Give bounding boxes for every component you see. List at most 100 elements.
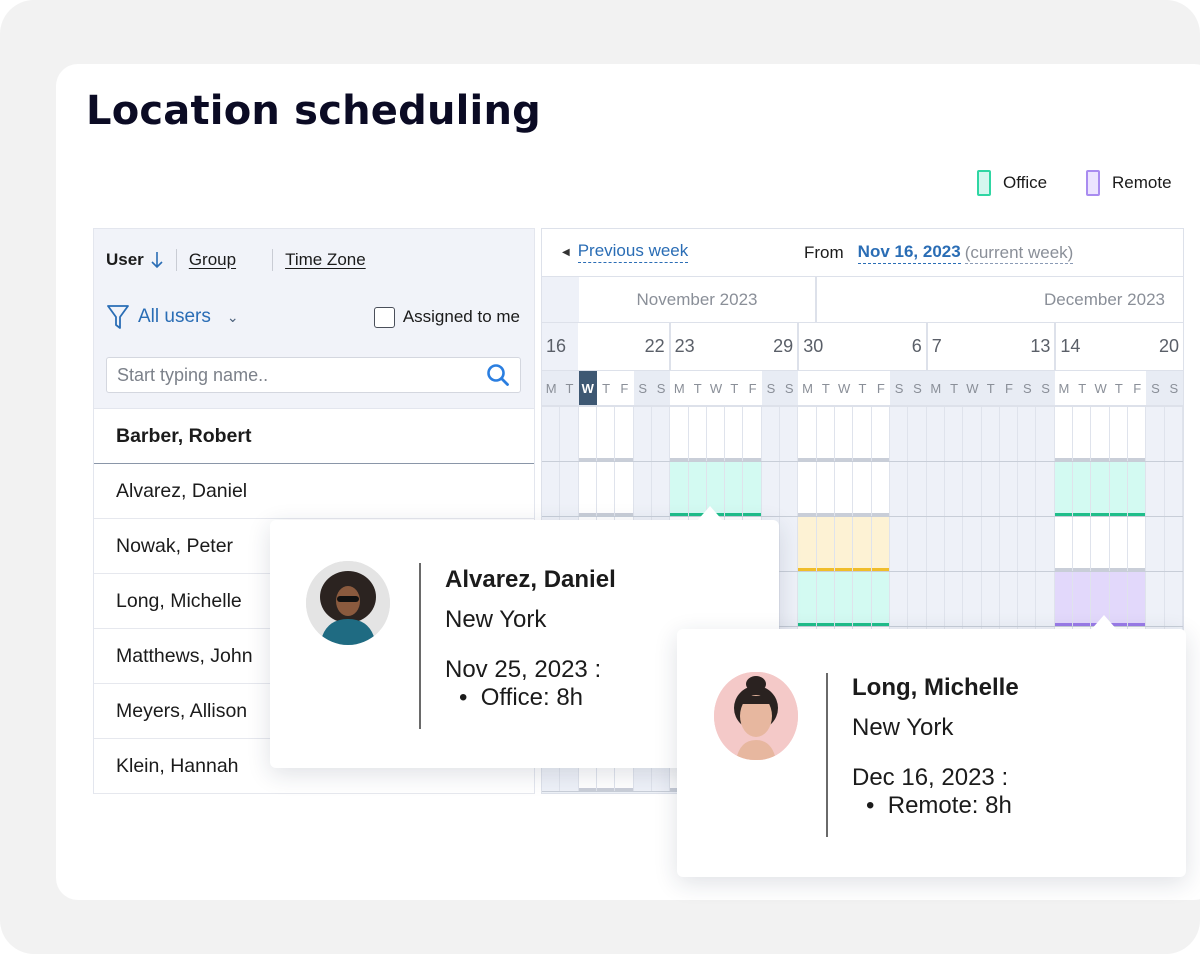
person-avatar-icon <box>714 672 798 760</box>
day-cell-off <box>999 517 1019 571</box>
day-cell-work[interactable] <box>1073 517 1092 571</box>
day-cell-off <box>981 407 1000 461</box>
day-cell-work[interactable] <box>706 407 726 461</box>
user-row[interactable]: Barber, Robert <box>94 409 534 464</box>
day-cell-remote[interactable] <box>1073 572 1092 626</box>
day-cell-work[interactable] <box>816 407 836 461</box>
day-cell-off <box>633 462 652 516</box>
day-cell-work[interactable] <box>1054 517 1074 571</box>
day-cell-office[interactable] <box>725 462 744 516</box>
day-cell-office[interactable] <box>853 572 872 626</box>
day-cell-off <box>1036 407 1055 461</box>
day-cell-work[interactable] <box>596 407 616 461</box>
sort-by-group[interactable]: Group <box>189 250 236 270</box>
tooltip-entry: • Office: 8h <box>459 684 584 711</box>
day-cell-office[interactable] <box>816 572 836 626</box>
day-cell-work[interactable] <box>725 407 744 461</box>
day-cell-off <box>542 462 561 516</box>
search-icon[interactable] <box>486 363 510 387</box>
day-cell-work[interactable] <box>578 407 597 461</box>
day-cell-office[interactable] <box>670 462 689 516</box>
day-cell-work[interactable] <box>1091 407 1110 461</box>
day-cell-off <box>1146 407 1165 461</box>
day-cell-off <box>1018 572 1037 626</box>
day-cell-off <box>780 407 799 461</box>
sort-by-user[interactable]: User <box>106 250 164 270</box>
day-letter: S <box>651 371 671 405</box>
day-letter: T <box>981 371 1000 405</box>
day-cell-pending[interactable] <box>871 517 890 571</box>
day-cell-off <box>963 517 982 571</box>
day-cell-work[interactable] <box>1109 407 1129 461</box>
assigned-to-me-checkbox[interactable]: Assigned to me <box>373 306 520 328</box>
day-cell-off <box>889 462 909 516</box>
day-cell-remote[interactable] <box>1128 572 1147 626</box>
tooltip-info: Long, Michelle New York Dec 16, 2023 : •… <box>852 674 1019 820</box>
day-cell-office[interactable] <box>835 572 854 626</box>
day-cell-pending[interactable] <box>853 517 872 571</box>
day-cell-work[interactable] <box>1073 407 1092 461</box>
day-cell-work[interactable] <box>596 462 616 516</box>
day-cell-work[interactable] <box>1128 517 1147 571</box>
office-swatch-icon <box>977 170 991 196</box>
user-search-input[interactable] <box>117 364 486 386</box>
week-end: 29 <box>773 336 794 356</box>
day-cell-work[interactable] <box>798 462 817 516</box>
day-cell-pending[interactable] <box>816 517 836 571</box>
today-day-letter: W <box>578 371 597 405</box>
day-letter: M <box>542 371 561 405</box>
sort-by-timezone[interactable]: Time Zone <box>285 250 366 270</box>
day-cell-work[interactable] <box>853 462 872 516</box>
filter-row: All users ⌄ Assigned to me <box>106 303 520 331</box>
day-cell-office[interactable] <box>743 462 762 516</box>
day-cell-office[interactable] <box>1109 462 1129 516</box>
day-cell-work[interactable] <box>1091 517 1110 571</box>
day-cell-off <box>963 462 982 516</box>
day-cell-off <box>981 517 1000 571</box>
day-cell-work[interactable] <box>1109 517 1129 571</box>
day-cell-work[interactable] <box>816 462 836 516</box>
user-row[interactable]: Alvarez, Daniel <box>94 464 534 519</box>
week-column: 23 29 <box>670 323 800 370</box>
day-cell-work[interactable] <box>871 407 890 461</box>
week-end: 13 <box>1030 336 1051 356</box>
day-cell-work[interactable] <box>798 407 817 461</box>
divider <box>826 673 828 837</box>
day-cell-pending[interactable] <box>835 517 854 571</box>
from-date-picker[interactable]: Nov 16, 2023 <box>857 242 961 264</box>
day-cell-office[interactable] <box>1091 462 1110 516</box>
user-filter-dropdown[interactable]: All users ⌄ <box>106 303 239 331</box>
day-cell-office[interactable] <box>1054 462 1074 516</box>
day-cell-work[interactable] <box>835 462 854 516</box>
day-cell-pending[interactable] <box>798 517 817 571</box>
day-cell-work[interactable] <box>1128 407 1147 461</box>
day-cell-work[interactable] <box>1054 407 1074 461</box>
checkbox-box[interactable] <box>373 306 395 328</box>
day-cell-office[interactable] <box>798 572 817 626</box>
day-cell-office[interactable] <box>1128 462 1147 516</box>
day-cell-work[interactable] <box>688 407 707 461</box>
day-cell-office[interactable] <box>1073 462 1092 516</box>
day-cell-work[interactable] <box>670 407 689 461</box>
current-week-link[interactable]: (current week) <box>964 243 1074 264</box>
day-cell-off <box>999 462 1019 516</box>
tooltip-entry: • Remote: 8h <box>866 792 1012 819</box>
day-cell-work[interactable] <box>578 462 597 516</box>
day-cell-work[interactable] <box>871 462 890 516</box>
previous-week-button[interactable]: ◀ Previous week <box>562 241 689 263</box>
day-cell-work[interactable] <box>835 407 854 461</box>
tooltip-entry-text: Office: 8h <box>480 684 584 711</box>
day-letter: W <box>1091 371 1110 405</box>
day-cell-work[interactable] <box>743 407 762 461</box>
day-cell-remote[interactable] <box>1054 572 1074 626</box>
day-letter: F <box>871 371 890 405</box>
day-cell-work[interactable] <box>615 462 634 516</box>
day-cell-office[interactable] <box>871 572 890 626</box>
day-cell-work[interactable] <box>853 407 872 461</box>
from-date: From Nov 16, 2023 (current week) <box>804 242 1074 264</box>
month-label: November 2023 <box>579 277 817 322</box>
month-header: November 2023 December 2023 <box>542 277 1183 323</box>
caret-left-icon: ◀ <box>562 246 570 258</box>
day-cell-work[interactable] <box>615 407 634 461</box>
user-search-field[interactable] <box>106 357 521 393</box>
